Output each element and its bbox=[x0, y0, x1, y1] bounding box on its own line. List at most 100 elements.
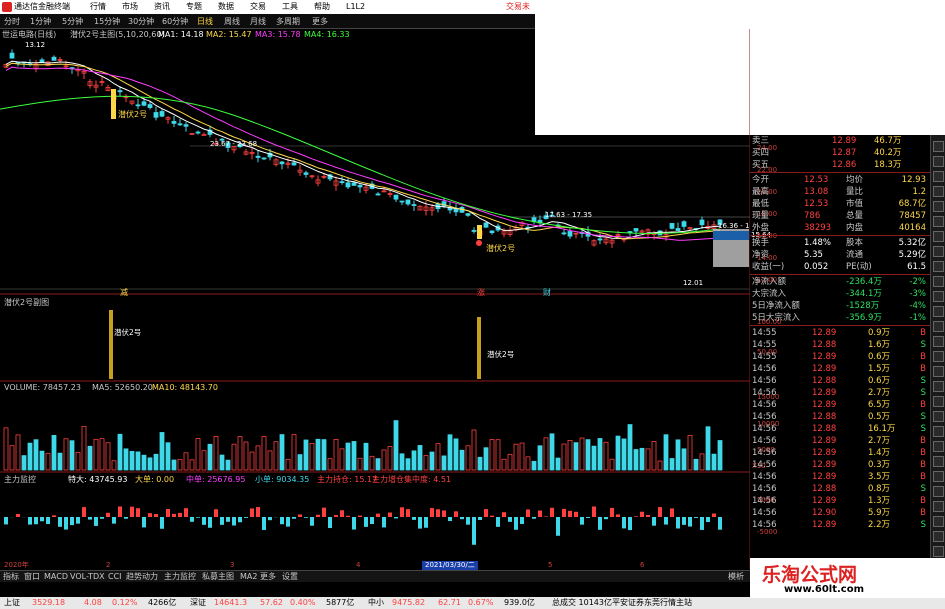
menu-item-trade[interactable]: 交易 bbox=[250, 0, 266, 14]
news-ticker[interactable]: 总成交 10143亿平安证券东莞行情主站 bbox=[552, 597, 692, 609]
tick-time: 14:56 bbox=[752, 388, 777, 398]
tab-trend[interactable]: 趋势动力 bbox=[126, 571, 158, 583]
volume-ma10: MA10: 48143.70 bbox=[152, 383, 218, 392]
tool-button-icon[interactable] bbox=[933, 246, 944, 257]
tab-cci[interactable]: CCI bbox=[108, 571, 122, 583]
capital-inflow: 主力增仓集中度: 4.51 bbox=[372, 475, 452, 484]
menu-item-help[interactable]: 帮助 bbox=[314, 0, 330, 14]
quote-label: 买四 bbox=[752, 148, 770, 158]
stat-row: 收益(一) 0.052 PE(动) 61.5 bbox=[750, 261, 930, 273]
tool-button-icon[interactable] bbox=[933, 261, 944, 272]
tool-button-icon[interactable] bbox=[933, 141, 944, 152]
tool-button-icon[interactable] bbox=[933, 366, 944, 377]
index-sh-label[interactable]: 上证 bbox=[4, 597, 20, 609]
volume-bar bbox=[591, 445, 597, 471]
menu-item-news[interactable]: 资讯 bbox=[154, 0, 170, 14]
index-zx-label[interactable]: 中小 bbox=[368, 597, 384, 609]
sub1-title[interactable]: 潜伏2号副图 bbox=[4, 297, 49, 308]
menu-item-market[interactable]: 市场 bbox=[122, 0, 138, 14]
tab-private[interactable]: 私募主图 bbox=[202, 571, 234, 583]
capital-title[interactable]: 主力监控 bbox=[4, 474, 36, 485]
tick-side: B bbox=[920, 496, 926, 506]
analysis-button[interactable]: 模析 bbox=[728, 571, 744, 583]
tool-button-icon[interactable] bbox=[933, 351, 944, 362]
tab-daily[interactable]: 日线 bbox=[197, 14, 213, 29]
tool-button-icon[interactable] bbox=[933, 516, 944, 527]
volume-bar bbox=[87, 445, 93, 471]
tool-button-icon[interactable] bbox=[933, 216, 944, 227]
capital-bar bbox=[556, 517, 560, 536]
menu-item-topics[interactable]: 专题 bbox=[186, 0, 202, 14]
tool-button-icon[interactable] bbox=[933, 396, 944, 407]
tool-button-icon[interactable] bbox=[933, 531, 944, 542]
tool-button-icon[interactable] bbox=[933, 201, 944, 212]
tab-multi[interactable]: 多周期 bbox=[276, 14, 300, 29]
tab-capital[interactable]: 主力监控 bbox=[164, 571, 196, 583]
tab-5min[interactable]: 5分钟 bbox=[62, 14, 83, 29]
volume-bar bbox=[141, 454, 147, 471]
tool-button-icon[interactable] bbox=[933, 156, 944, 167]
capital-bar bbox=[538, 510, 542, 517]
tab-monthly[interactable]: 月线 bbox=[250, 14, 266, 29]
tool-button-icon[interactable] bbox=[933, 321, 944, 332]
capital-bar bbox=[604, 517, 608, 520]
stat-value: 13.08 bbox=[804, 187, 829, 197]
menu-item-data[interactable]: 数据 bbox=[218, 0, 234, 14]
tool-button-icon[interactable] bbox=[933, 186, 944, 197]
tool-button-icon[interactable] bbox=[933, 471, 944, 482]
tab-vol-tdx[interactable]: VOL-TDX bbox=[70, 571, 105, 583]
tool-button-icon[interactable] bbox=[933, 456, 944, 467]
tab-1min[interactable]: 1分钟 bbox=[30, 14, 51, 29]
tick-price: 12.88 bbox=[812, 376, 837, 386]
index-zx-change: 62.71 bbox=[438, 598, 461, 607]
tab-weekly[interactable]: 周线 bbox=[224, 14, 240, 29]
quote-volume: 46.7万 bbox=[874, 136, 902, 146]
tool-button-icon[interactable] bbox=[933, 411, 944, 422]
tool-button-icon[interactable] bbox=[933, 426, 944, 437]
flow-row: 5日大宗流入 -356.9万 -1% bbox=[750, 312, 930, 324]
volume-bar bbox=[405, 458, 411, 471]
tick-time: 14:56 bbox=[752, 400, 777, 410]
capital-big: 大单: 0.00 bbox=[135, 475, 175, 484]
trade-warning[interactable]: 交易未 bbox=[506, 0, 530, 14]
volume-bar bbox=[651, 441, 657, 471]
capital-bar bbox=[418, 517, 422, 529]
menu-item-tools[interactable]: 工具 bbox=[282, 0, 298, 14]
tool-button-icon[interactable] bbox=[933, 381, 944, 392]
tool-button-icon[interactable] bbox=[933, 486, 944, 497]
tab-macd[interactable]: MACD bbox=[44, 571, 68, 583]
stat-label: 收益(一) bbox=[752, 262, 785, 272]
capital-bar bbox=[346, 515, 350, 517]
tab-15min[interactable]: 15分钟 bbox=[94, 14, 120, 29]
tab-indicator[interactable]: 指标 bbox=[3, 571, 19, 583]
tool-button-icon[interactable] bbox=[933, 441, 944, 452]
tool-button-icon[interactable] bbox=[933, 276, 944, 287]
tab-settings[interactable]: 设置 bbox=[282, 571, 298, 583]
volume-bar bbox=[657, 460, 663, 471]
index-sz-label[interactable]: 深证 bbox=[190, 597, 206, 609]
tab-intraday[interactable]: 分时 bbox=[4, 14, 20, 29]
capital-bar bbox=[112, 517, 116, 524]
tab-more[interactable]: 更多 bbox=[260, 571, 276, 583]
tab-window[interactable]: 窗口 bbox=[24, 571, 40, 583]
capital-header: 主力监控 特大: 43745.93 大单: 0.00 中单: 25676.95 … bbox=[0, 474, 750, 485]
tool-button-icon[interactable] bbox=[933, 336, 944, 347]
tool-button-icon[interactable] bbox=[933, 306, 944, 317]
tool-button-icon[interactable] bbox=[933, 546, 944, 557]
chart-area[interactable] bbox=[0, 29, 750, 569]
tab-ma2[interactable]: MA2 bbox=[240, 571, 257, 583]
volume-bar bbox=[543, 437, 549, 471]
tool-button-icon[interactable] bbox=[933, 501, 944, 512]
tab-30min[interactable]: 30分钟 bbox=[128, 14, 154, 29]
tool-button-icon[interactable] bbox=[933, 231, 944, 242]
tool-button-icon[interactable] bbox=[933, 171, 944, 182]
volume-bar bbox=[639, 447, 645, 471]
tick-row: 14:56 12.88 16.1万 S bbox=[750, 423, 930, 435]
tab-60min[interactable]: 60分钟 bbox=[162, 14, 188, 29]
menu-item-quotes[interactable]: 行情 bbox=[90, 0, 106, 14]
tool-button-icon[interactable] bbox=[933, 291, 944, 302]
tab-more[interactable]: 更多 bbox=[312, 14, 328, 29]
tick-volume: 0.6万 bbox=[868, 376, 891, 386]
level-badge[interactable]: L1L2 bbox=[346, 0, 365, 14]
candle-body bbox=[159, 111, 165, 117]
